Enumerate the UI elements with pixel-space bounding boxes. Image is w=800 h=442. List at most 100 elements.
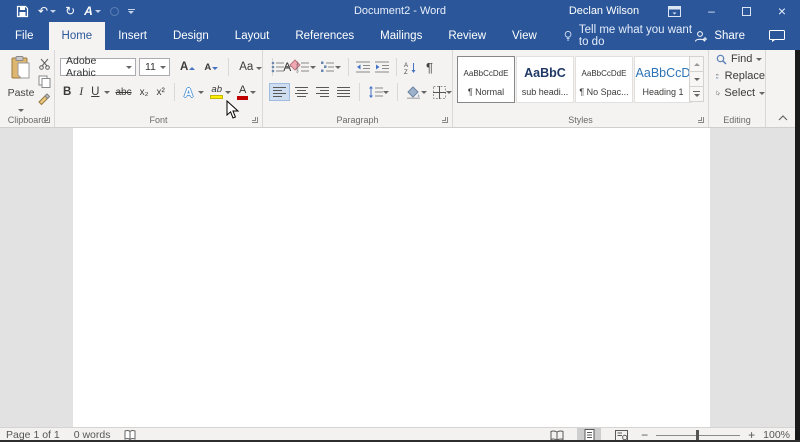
sort-icon: A Z <box>404 61 417 74</box>
tab-home[interactable]: Home <box>49 22 106 50</box>
styles-scroll-up-button[interactable] <box>689 56 704 72</box>
bullets-caret-icon[interactable] <box>285 66 291 69</box>
comment-icon[interactable] <box>769 30 785 42</box>
scroll-up-icon <box>694 63 700 66</box>
shading-button[interactable] <box>404 86 429 99</box>
svg-text:Z: Z <box>404 70 408 74</box>
tab-design[interactable]: Design <box>160 22 222 50</box>
tab-references[interactable]: References <box>282 22 367 50</box>
select-button[interactable]: Select <box>716 85 765 101</box>
clipboard-dialog-launcher[interactable] <box>44 117 50 123</box>
zoom-slider-thumb[interactable] <box>696 430 699 440</box>
change-case-button[interactable]: Aa <box>236 61 265 73</box>
select-cursor-icon <box>716 87 720 99</box>
replace-button[interactable]: ab ac Replace <box>716 68 765 84</box>
ribbon: Paste Clipboard <box>0 50 800 128</box>
sort-button[interactable]: A Z <box>402 61 419 74</box>
tell-me-box[interactable]: Tell me what you want to do <box>564 22 695 50</box>
numbering-caret-icon[interactable] <box>310 66 316 69</box>
decrease-indent-button[interactable] <box>354 61 372 73</box>
borders-button[interactable] <box>431 86 454 99</box>
tab-review[interactable]: Review <box>435 22 499 50</box>
shading-caret-icon[interactable] <box>421 91 427 94</box>
font-color-button[interactable]: A <box>237 85 248 100</box>
read-mode-icon <box>550 430 564 441</box>
subscript-button[interactable]: x₂ <box>137 87 152 98</box>
tab-file[interactable]: File <box>0 22 49 50</box>
copy-icon[interactable] <box>38 75 51 88</box>
align-left-button[interactable] <box>269 83 290 101</box>
shading-bucket-icon <box>406 86 421 99</box>
user-name[interactable]: Declan Wilson <box>569 5 639 17</box>
collapse-ribbon-chevron-icon[interactable] <box>778 115 788 121</box>
tab-mailings[interactable]: Mailings <box>367 22 435 50</box>
tab-insert[interactable]: Insert <box>105 22 160 50</box>
align-right-button[interactable] <box>313 84 332 100</box>
show-hide-pilcrow-button[interactable]: ¶ <box>424 60 435 75</box>
superscript-button[interactable]: x² <box>153 87 167 98</box>
increase-indent-button[interactable] <box>373 61 391 73</box>
style-card-heading1[interactable]: AaBbCcD Heading 1 <box>634 56 692 103</box>
justify-button[interactable] <box>334 84 353 100</box>
style-name: Heading 1 <box>635 87 691 97</box>
font-color-caret-icon[interactable] <box>250 91 256 94</box>
multilevel-list-button[interactable] <box>319 61 343 73</box>
paragraph-dialog-launcher[interactable] <box>442 117 448 123</box>
format-painter-icon[interactable] <box>38 93 51 106</box>
styles-scroll-down-button[interactable] <box>689 71 704 87</box>
bar <box>337 96 350 97</box>
style-name: ¶ Normal <box>458 87 514 97</box>
style-card-normal[interactable]: AaBbCcDdE ¶ Normal <box>457 56 515 103</box>
find-button[interactable]: Find <box>716 51 765 67</box>
underline-button[interactable]: U <box>88 86 102 98</box>
borders-caret-icon[interactable] <box>446 91 452 94</box>
font-name-combo[interactable]: Adobe Arabic <box>60 58 136 76</box>
numbering-button[interactable]: 1 2 3 <box>294 61 318 73</box>
font-size-combo[interactable]: 11 <box>139 58 170 76</box>
bar <box>273 96 282 97</box>
italic-button[interactable]: I <box>76 86 86 98</box>
lightbulb-icon <box>564 29 572 43</box>
grow-font-button[interactable]: A <box>177 61 198 73</box>
tab-view[interactable]: View <box>499 22 550 50</box>
underline-caret-icon[interactable] <box>104 91 110 94</box>
styles-dialog-launcher[interactable] <box>698 117 704 123</box>
line-spacing-caret-icon[interactable] <box>383 91 389 94</box>
bold-button[interactable]: B <box>60 86 74 98</box>
tab-layout[interactable]: Layout <box>222 22 283 50</box>
text-effects-button[interactable]: A <box>181 85 196 100</box>
more-caret-icon <box>694 94 700 97</box>
font-name-value: Adobe Arabic <box>66 55 126 79</box>
document-page[interactable] <box>73 128 710 427</box>
share-button[interactable]: Share <box>694 30 745 43</box>
paste-caret-icon[interactable] <box>18 109 24 112</box>
bullets-button[interactable] <box>269 61 293 73</box>
bar <box>320 96 329 97</box>
shrink-font-button[interactable]: A <box>201 62 221 73</box>
numbering-icon: 1 2 3 <box>296 61 310 73</box>
bar <box>337 87 350 88</box>
strikethrough-button[interactable]: abc <box>112 87 134 98</box>
font-dialog-launcher[interactable] <box>252 117 258 123</box>
ribbon-display-options-icon[interactable] <box>668 6 681 17</box>
align-center-button[interactable] <box>292 84 311 100</box>
group-clipboard: Paste Clipboard <box>0 50 55 127</box>
style-card-subheading[interactable]: AaBbC sub headi... <box>516 56 574 103</box>
text-effects-caret-icon[interactable] <box>198 91 204 94</box>
minimize-button[interactable]: – <box>708 5 715 17</box>
maximize-button[interactable] <box>742 7 751 16</box>
cut-icon[interactable] <box>38 58 51 70</box>
style-card-no-spacing[interactable]: AaBbCcDdE ¶ No Spac... <box>575 56 633 103</box>
tell-me-label: Tell me what you want to do <box>579 24 694 48</box>
select-label: Select <box>724 87 755 99</box>
highlight-caret-icon[interactable] <box>225 91 231 94</box>
styles-more-button[interactable] <box>689 86 704 102</box>
multilevel-caret-icon[interactable] <box>335 66 341 69</box>
proofing-book-icon[interactable] <box>124 430 136 441</box>
share-person-icon <box>694 30 708 43</box>
bar <box>337 90 350 91</box>
close-button[interactable]: × <box>778 4 786 18</box>
highlight-button[interactable]: ab <box>210 85 223 99</box>
paste-button[interactable]: Paste <box>5 56 37 122</box>
line-spacing-button[interactable] <box>366 86 391 98</box>
